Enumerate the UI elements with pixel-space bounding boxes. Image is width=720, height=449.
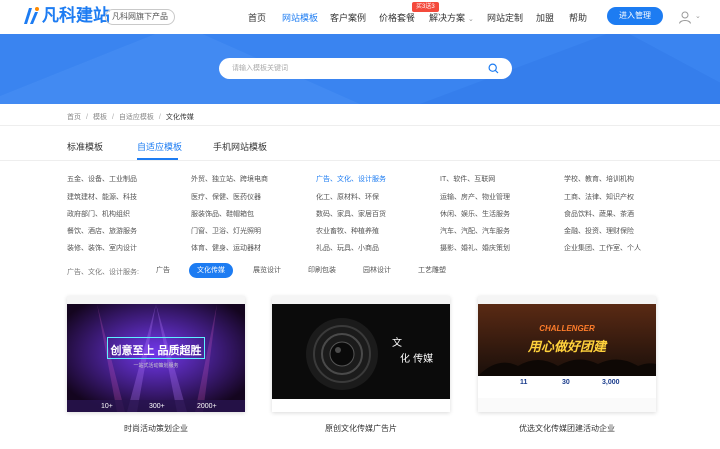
filter-label: 广告、文化、设计服务: [67,269,139,276]
logo[interactable]: 凡科建站 [22,6,110,26]
category-item[interactable]: 农业畜牧、种植养殖 [316,226,379,236]
card-caption[interactable]: 优选文化传媒团建活动企业 [478,423,656,434]
breadcrumb-separator: / [111,114,114,121]
category-item[interactable]: 餐饮、酒店、旅游服务 [67,226,137,236]
card-preview-topbar [272,296,450,304]
chip-garden-design[interactable]: 园林设计 [357,263,397,278]
category-item[interactable]: 建筑建材、能源、科技 [67,192,137,202]
category-item[interactable]: 五金、设备、工业制品 [67,174,137,184]
breadcrumb-responsive[interactable]: 自适应模板 [119,114,154,121]
chevron-down-icon: ⌄ [468,16,474,23]
enter-management-button[interactable]: 进入管理 [607,7,663,25]
card-stat: 10+ [101,403,113,410]
chevron-down-icon[interactable]: ⌄ [695,12,701,20]
divider [0,160,720,161]
card-preview-topbar [478,296,656,304]
logo-text: 凡科建站 [42,6,110,25]
template-search-input[interactable] [219,58,512,79]
chip-advertising[interactable]: 广告 [151,263,175,278]
category-item[interactable]: 礼品、玩具、小商品 [316,243,379,253]
category-item[interactable]: 医疗、保健、医药仪器 [191,192,261,202]
search-icon[interactable] [488,63,499,74]
card-stat: 300+ [149,403,165,410]
user-icon[interactable] [678,10,692,24]
card-stat: 11 [520,379,528,386]
category-item[interactable]: 摄影、婚礼、婚庆策划 [440,243,510,253]
category-item[interactable]: 金融、投资、理财保险 [564,226,634,236]
chip-craft-sculpture[interactable]: 工艺雕塑 [412,263,452,278]
breadcrumb-separator: / [86,114,88,121]
card-caption[interactable]: 时尚活动策划企业 [67,423,245,434]
card-hero-title: 创意至上 品质超胜 [110,345,202,357]
card-preview-footer [478,398,656,412]
card-preview-image: 创意至上 品质超胜 一站式活动策划服务 10+ 300+ 2000+ [67,304,245,412]
tab-standard[interactable]: 标准模板 [67,140,103,153]
chip-print-packaging[interactable]: 印刷包装 [302,263,342,278]
category-item[interactable]: 政府部门、机构组织 [67,209,130,219]
card-preview-footer [272,399,450,412]
category-item[interactable]: 学校、教育、培训机构 [564,174,634,184]
nav-cases[interactable]: 客户案例 [330,11,366,24]
tab-mobile[interactable]: 手机网站模板 [213,140,267,153]
breadcrumb-current: 文化传媒 [165,114,194,121]
nav-pricing[interactable]: 价格套餐 [379,11,415,24]
breadcrumb-home[interactable]: 首页 [67,114,81,121]
category-item[interactable]: 数码、家具、家居百货 [316,209,386,219]
template-card[interactable]: 创意至上 品质超胜 一站式活动策划服务 10+ 300+ 2000+ [67,296,245,412]
logo-badge: 凡科网旗下产品 [105,9,175,25]
search-banner [0,34,720,104]
category-item[interactable]: 服装饰品、鞋帽箱包 [191,209,254,219]
chip-culture-media[interactable]: 文化传媒 [189,263,233,278]
nav-custom[interactable]: 网站定制 [487,11,523,24]
card-hero-subtitle: 化 传媒 [400,354,434,365]
divider [0,125,720,126]
chip-exhibition-design[interactable]: 展览设计 [247,263,287,278]
card-caption[interactable]: 原创文化传媒广告片 [272,423,450,434]
top-header: 凡科建站 凡科网旗下产品 首页 网站模板 客户案例 价格套餐 买3送3 解决方案… [0,0,720,34]
card-stat: 3,000 [602,379,620,386]
card-stat: 2000+ [197,403,217,410]
nav-help[interactable]: 帮助 [569,11,587,24]
category-item[interactable]: IT、软件、互联网 [440,174,495,184]
nav-franchise[interactable]: 加盟 [536,11,554,24]
category-item[interactable]: 工商、法律、知识产权 [564,192,634,202]
category-item[interactable]: 化工、原材料、环保 [316,192,379,202]
category-item[interactable]: 企业集团、工作室、个人 [564,243,641,253]
card-stats-bar: 10+ 300+ 2000+ [67,400,245,412]
category-item[interactable]: 运输、房产、物业管理 [440,192,510,202]
category-item[interactable]: 门窗、卫浴、灯光照明 [191,226,261,236]
logo-mark-icon [24,7,39,24]
card-preview-image: 文 化 传媒 [272,304,450,399]
nav-solutions-label: 解决方案 [429,13,466,23]
tab-responsive[interactable]: 自适应模板 [137,140,182,153]
category-item[interactable]: 汽车、汽配、汽车服务 [440,226,510,236]
category-item[interactable]: 体育、健身、运动器材 [191,243,261,253]
card-hero-tagline: CHALLENGER [539,324,595,333]
card-preview-image: CHALLENGER 用心做好团建 [478,304,656,376]
category-item[interactable]: 外贸、独立站、跨境电商 [191,174,268,184]
card-stat: 30 [562,379,570,386]
card-hero-title: 文 [392,338,402,349]
card-stats-bar: 11 30 3,000 [478,376,656,398]
breadcrumb-separator: / [158,114,161,121]
category-item[interactable]: 休闲、娱乐、生活服务 [440,209,510,219]
template-card[interactable]: CHALLENGER 用心做好团建 11 30 3,000 [478,296,656,412]
category-item[interactable]: 装修、装饰、室内设计 [67,243,137,253]
breadcrumb-templates[interactable]: 模板 [93,114,107,121]
card-hero-title: 用心做好团建 [527,339,606,354]
nav-home[interactable]: 首页 [248,11,266,24]
card-preview-topbar [67,296,245,304]
nav-solutions[interactable]: 解决方案 ⌄ [429,11,474,24]
nav-templates[interactable]: 网站模板 [282,11,318,24]
template-card[interactable]: 文 化 传媒 [272,296,450,412]
card-hero-subtitle: 一站式活动策划服务 [133,363,179,369]
breadcrumb: 首页 / 模板 / 自适应模板 / 文化传媒 [67,112,194,122]
category-item[interactable]: 食品饮料、蔬果、茶酒 [564,209,634,219]
category-item-active[interactable]: 广告、文化、设计服务 [316,174,386,184]
